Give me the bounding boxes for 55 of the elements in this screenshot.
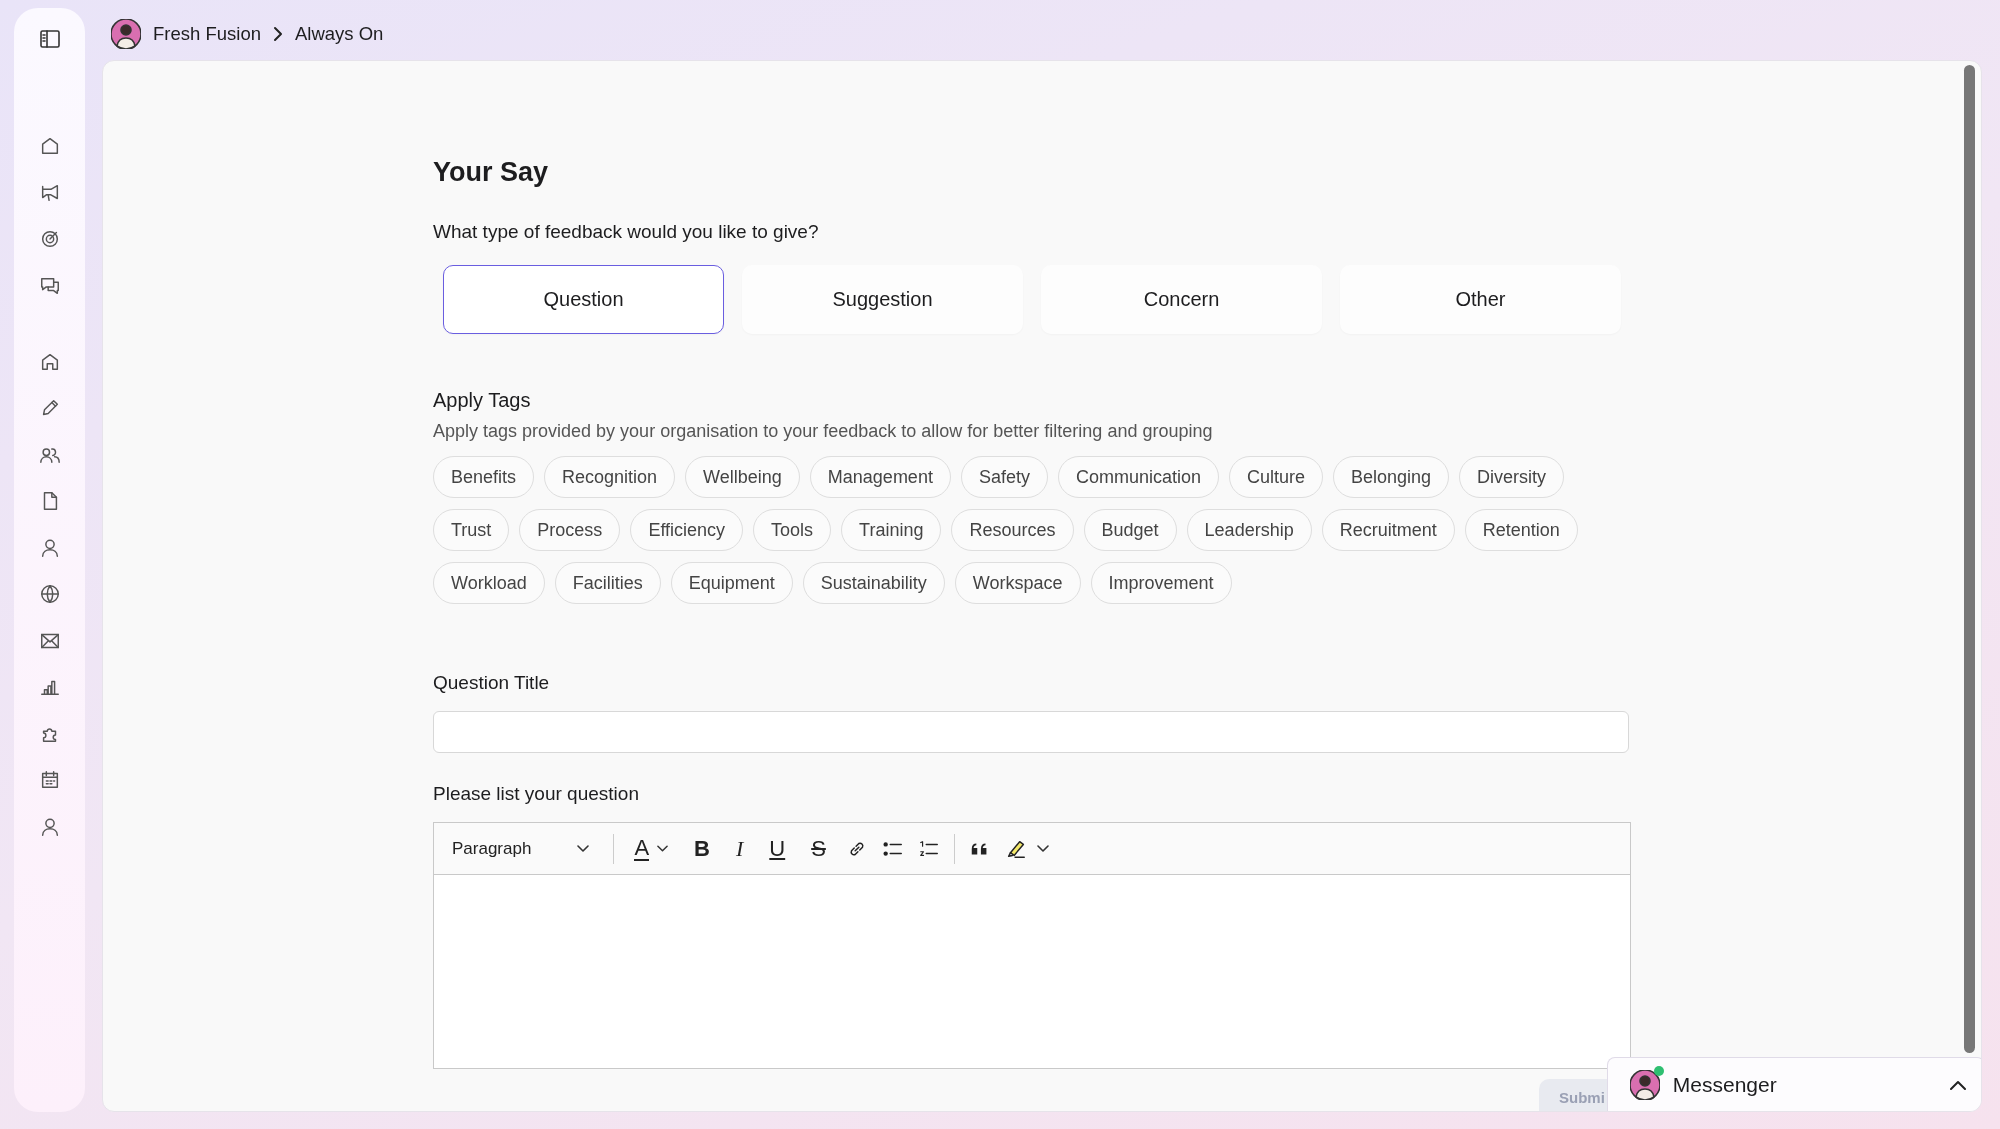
scrollbar[interactable] — [1964, 65, 1975, 1053]
feedback-type-option[interactable]: Suggestion — [742, 265, 1023, 334]
tag-chip[interactable]: Improvement — [1090, 562, 1232, 604]
tag-chip[interactable]: Culture — [1229, 456, 1324, 498]
tag-chip[interactable]: Workspace — [954, 562, 1081, 604]
tag-chip[interactable]: Recognition — [544, 456, 676, 498]
tag-chip[interactable]: Recruitment — [1321, 509, 1455, 551]
tags-description: Apply tags provided by your organisation to your feedback to allow for better filtering and grouping — [433, 421, 1214, 442]
feedback-type-question: What type of feedback would you like to give? — [433, 221, 820, 243]
title-input-field[interactable] — [433, 711, 1629, 753]
chevron-right-icon — [272, 26, 283, 42]
breadcrumb-current: Always On — [294, 23, 384, 45]
chevron-down-icon[interactable] — [1036, 844, 1049, 853]
tag-chip[interactable]: Diversity — [1459, 456, 1565, 498]
tag-chip[interactable]: Safety — [960, 456, 1048, 498]
page-title: Your Say — [433, 157, 550, 188]
tag-chip[interactable]: Facilities — [554, 562, 661, 604]
avatar-icon — [1629, 1069, 1660, 1100]
field-label: Question Title — [433, 672, 551, 694]
feedback-type-option[interactable]: Other — [1340, 265, 1621, 334]
tag-chip[interactable]: Equipment — [670, 562, 793, 604]
tag-chip[interactable]: Benefits — [433, 456, 535, 498]
avatar-icon — [111, 19, 141, 49]
tag-chip[interactable]: Process — [519, 509, 621, 551]
feedback-type-option[interactable]: Question — [443, 265, 724, 334]
chevron-down-icon — [577, 844, 590, 853]
messenger-title: Messenger — [1672, 1072, 1778, 1097]
tag-chip[interactable]: Budget — [1083, 509, 1177, 551]
tag-chip[interactable]: Efficiency — [630, 509, 744, 551]
tag-chip[interactable]: Communication — [1057, 456, 1219, 498]
font-color-button[interactable]: A — [628, 830, 675, 867]
chevron-down-icon — [657, 844, 669, 853]
globe-icon[interactable] — [38, 583, 61, 605]
tag-chip[interactable]: Workload — [433, 562, 545, 604]
italic-button[interactable]: I — [729, 830, 750, 867]
tag-chip[interactable]: Trust — [433, 509, 510, 551]
field-label: Please list your question — [433, 783, 640, 805]
tag-chip[interactable]: Management — [809, 456, 951, 498]
bold-button[interactable]: B — [688, 830, 716, 867]
tag-chip[interactable]: Wellbeing — [685, 456, 800, 498]
section-heading: Apply Tags — [433, 389, 532, 412]
tag-chip[interactable]: Tools — [753, 509, 832, 551]
breadcrumb-link[interactable]: Fresh Fusion — [153, 23, 261, 45]
feedback-type-option[interactable]: Concern — [1041, 265, 1322, 334]
sidebar-toggle-icon[interactable] — [37, 27, 62, 51]
tag-chip[interactable]: Leadership — [1186, 509, 1312, 551]
tag-chip[interactable]: Sustainability — [802, 562, 945, 604]
tag-chip[interactable]: Training — [841, 509, 942, 551]
messenger-bar[interactable]: Messenger — [1606, 1057, 1981, 1111]
tag-chip[interactable]: Belonging — [1333, 456, 1450, 498]
chevron-up-icon[interactable] — [1949, 1079, 1966, 1090]
tag-chip[interactable]: Retention — [1464, 509, 1578, 551]
underline-button[interactable]: U — [763, 830, 792, 867]
strikethrough-button[interactable]: S — [805, 830, 832, 867]
tag-chip[interactable]: Resources — [951, 509, 1074, 551]
